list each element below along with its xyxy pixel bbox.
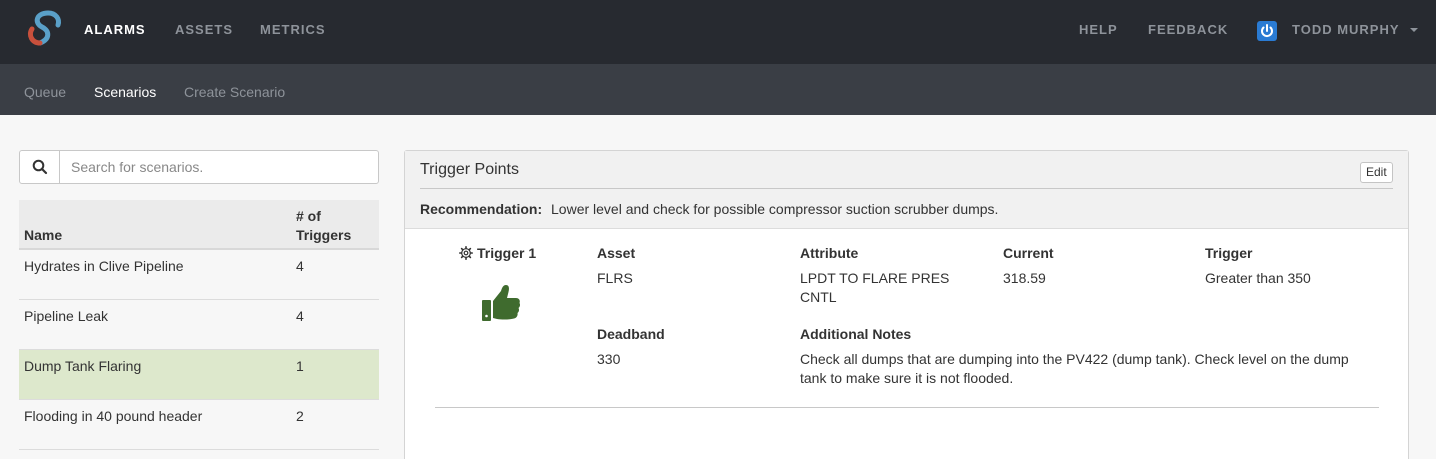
scenario-trigger-count: 4 — [296, 258, 304, 274]
trigger-title[interactable]: Trigger 1 — [459, 245, 536, 261]
nav-help[interactable]: HELP — [1079, 22, 1118, 37]
table-header: Name # of Triggers — [19, 200, 379, 250]
recommendation: Recommendation: Lower level and check fo… — [420, 201, 998, 217]
table-row[interactable]: Hydrates in Clive Pipeline 4 — [19, 250, 379, 300]
nav-assets[interactable]: ASSETS — [175, 22, 233, 37]
current-label: Current — [1003, 245, 1054, 261]
scenario-name: Flooding in 40 pound header — [24, 408, 203, 424]
table-row-selected[interactable]: Dump Tank Flaring 1 — [19, 350, 379, 400]
asset-label: Asset — [597, 245, 636, 261]
divider — [435, 407, 1379, 408]
scenario-search — [19, 150, 379, 184]
trigger-condition-value: Greater than 350 — [1205, 270, 1311, 286]
subnav-queue[interactable]: Queue — [24, 84, 66, 100]
scenario-trigger-count: 1 — [296, 358, 304, 374]
nav-metrics[interactable]: METRICS — [260, 22, 326, 37]
scenario-trigger-count: 4 — [296, 308, 304, 324]
subnav-scenarios[interactable]: Scenarios — [94, 84, 156, 100]
column-name[interactable]: Name — [24, 226, 62, 245]
notes-line1: Check all dumps that are dumping into th… — [800, 351, 1349, 367]
trigger-condition-label: Trigger — [1205, 245, 1253, 261]
notes-label: Additional Notes — [800, 326, 912, 342]
panel-header: Trigger Points Edit Recommendation: Lowe… — [405, 151, 1408, 229]
column-triggers-line1[interactable]: # of — [296, 207, 321, 226]
notes-line2: tank to make sure it is not flooded. — [800, 370, 1014, 386]
nav-alarms[interactable]: ALARMS — [84, 22, 146, 37]
app-logo-icon[interactable] — [26, 9, 66, 49]
thumbs-up-icon — [482, 285, 521, 321]
scenario-name: Pipeline Leak — [24, 308, 109, 324]
attribute-value-line2: CNTL — [800, 289, 837, 305]
table-row[interactable]: Flooding in 40 pound header 2 — [19, 400, 379, 450]
scenario-trigger-count: 2 — [296, 408, 304, 424]
table-row[interactable]: Pipeline Leak 4 — [19, 300, 379, 350]
trigger-points-panel: Trigger Points Edit Recommendation: Lowe… — [404, 150, 1409, 459]
search-button[interactable] — [20, 151, 60, 183]
search-icon — [32, 159, 47, 175]
current-value: 318.59 — [1003, 270, 1046, 286]
panel-title: Trigger Points — [420, 161, 519, 178]
recommendation-label: Recommendation: — [420, 201, 543, 217]
column-triggers-line2[interactable]: Triggers — [296, 226, 351, 245]
divider — [420, 188, 1393, 189]
attribute-value-line1: LPDT TO FLARE PRES — [800, 270, 950, 286]
recommendation-text: Lower level and check for possible compr… — [551, 201, 999, 217]
trigger-label: Trigger 1 — [477, 245, 537, 261]
search-input[interactable] — [61, 151, 377, 183]
subnav-create-scenario[interactable]: Create Scenario — [184, 84, 285, 100]
asset-value: FLRS — [597, 270, 633, 286]
power-icon[interactable] — [1257, 21, 1277, 41]
user-menu[interactable]: TODD MURPHY — [1292, 22, 1400, 37]
top-navbar: ALARMS ASSETS METRICS HELP FEEDBACK TODD… — [0, 0, 1436, 64]
edit-button[interactable]: Edit — [1360, 162, 1393, 183]
deadband-value: 330 — [597, 351, 621, 367]
scenario-name: Dump Tank Flaring — [24, 358, 142, 374]
scenarios-table: Name # of Triggers Hydrates in Clive Pip… — [19, 200, 379, 450]
deadband-label: Deadband — [597, 326, 665, 342]
chevron-down-icon[interactable] — [1410, 28, 1418, 32]
gear-icon[interactable] — [459, 246, 473, 260]
scenario-name: Hydrates in Clive Pipeline — [24, 258, 184, 274]
nav-feedback[interactable]: FEEDBACK — [1148, 22, 1228, 37]
attribute-label: Attribute — [800, 245, 859, 261]
